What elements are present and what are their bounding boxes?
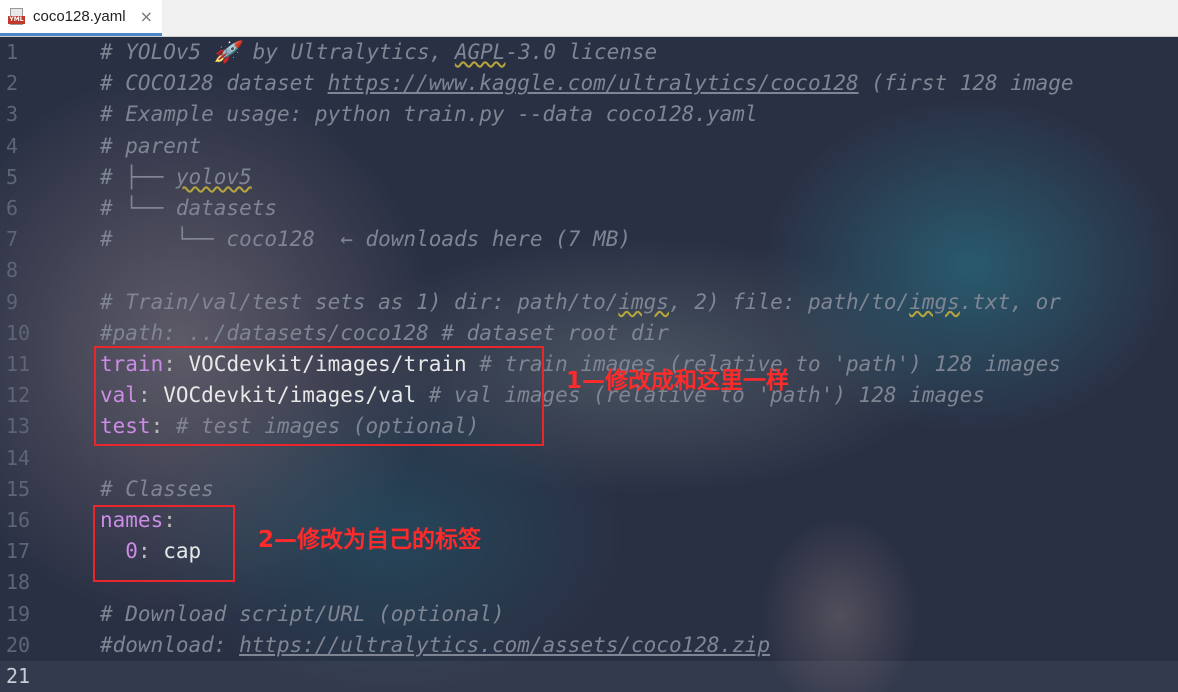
line-number: 19 — [6, 601, 31, 626]
code-token: # parent — [100, 133, 202, 158]
code-token: (first 128 image — [858, 71, 1074, 96]
code-token: #download: — [100, 632, 240, 657]
code-token: #path: ../datasets/coco128 # dataset roo… — [100, 320, 669, 345]
line-number: 11 — [6, 352, 31, 376]
code-line[interactable]: 2 # COCO128 dataset https://www.kaggle.co… — [0, 68, 1178, 99]
code-line[interactable]: 14 — [0, 443, 1178, 474]
code-text: #path: ../datasets/coco128 # dataset roo… — [100, 318, 669, 349]
code-line[interactable]: 9 # Train/val/test sets as 1) dir: path/t… — [0, 287, 1178, 318]
tab-title: coco128.yaml — [33, 8, 126, 25]
code-text: # Train/val/test sets as 1) dir: path/to… — [100, 287, 1061, 318]
code-text: # parent — [100, 131, 201, 162]
code-token: # Download script/URL (optional) — [100, 601, 505, 626]
code-token: # Classes — [100, 476, 214, 501]
code-token: # └── datasets — [100, 196, 278, 220]
line-number: 7 — [6, 227, 19, 252]
line-number: 3 — [6, 102, 19, 127]
code-token: yolov5 — [175, 164, 252, 189]
code-line[interactable]: 6 # └── datasets — [0, 193, 1178, 224]
code-token: imgs — [618, 289, 669, 314]
line-number: 17 — [6, 539, 31, 564]
line-number: 8 — [6, 258, 19, 283]
code-token: https://ultralytics.com/assets/coco128.z… — [239, 632, 771, 657]
yaml-file-icon: YML — [8, 7, 26, 26]
line-number: 1 — [6, 40, 19, 64]
line-number: 20 — [6, 632, 31, 657]
line-number: 16 — [6, 508, 31, 532]
line-number: 5 — [6, 164, 19, 189]
annotation-box-dataset-paths — [94, 346, 544, 446]
code-token: imgs — [909, 289, 960, 314]
code-token: , 2) file: path/to/ — [668, 289, 910, 314]
code-line[interactable]: 7 # └── coco128 ← downloads here (7 MB) — [0, 224, 1178, 255]
code-token: # YOLOv5 🚀 by Ultralytics, — [100, 40, 455, 64]
line-number: 2 — [6, 71, 19, 96]
code-line[interactable]: 21 — [0, 661, 1178, 692]
line-number: 18 — [6, 570, 31, 595]
tab-coco128-yaml[interactable]: YML coco128.yaml × — [0, 0, 162, 36]
code-token: .txt, or — [959, 289, 1061, 314]
code-text: # ├── yolov5 — [100, 162, 252, 193]
code-line[interactable]: 1 # YOLOv5 🚀 by Ultralytics, AGPL-3.0 lic… — [0, 37, 1178, 68]
line-number: 13 — [6, 414, 31, 439]
line-number: 15 — [6, 476, 31, 501]
code-text: # Example usage: python train.py --data … — [100, 99, 757, 130]
line-number: 6 — [6, 196, 19, 220]
code-token: # Train/val/test sets as 1) dir: path/to… — [100, 289, 619, 314]
code-token: AGPL — [454, 40, 506, 64]
code-token: -3.0 license — [505, 40, 658, 64]
annotation-note-2: 2—修改为自己的标签 — [258, 527, 482, 553]
editor-tab-bar: YML coco128.yaml × — [0, 0, 1178, 37]
code-line[interactable]: 5 # ├── yolov5 — [0, 162, 1178, 193]
code-token: # ├── — [100, 164, 176, 189]
code-line[interactable]: 20 #download: https://ultralytics.com/ass… — [0, 630, 1178, 661]
code-line[interactable]: 4 # parent — [0, 131, 1178, 162]
code-token: # └── coco128 ← downloads here (7 MB) — [100, 227, 632, 252]
code-text: # YOLOv5 🚀 by Ultralytics, AGPL-3.0 lice… — [100, 37, 657, 68]
code-token: # Example usage: python train.py --data … — [100, 102, 758, 127]
code-text: #download: https://ultralytics.com/asset… — [100, 630, 770, 661]
line-number: 4 — [6, 133, 19, 158]
code-line[interactable]: 19 # Download script/URL (optional) — [0, 599, 1178, 630]
line-number: 10 — [6, 320, 31, 345]
code-token: https://www.kaggle.com/ultralytics/coco1… — [327, 71, 859, 96]
line-number: 9 — [6, 289, 19, 314]
code-text: # COCO128 dataset https://www.kaggle.com… — [100, 68, 1074, 99]
line-number: 21 — [6, 664, 31, 688]
code-line[interactable]: 8 — [0, 255, 1178, 286]
code-token: # COCO128 dataset — [100, 71, 328, 96]
close-icon[interactable]: × — [140, 7, 153, 26]
code-line[interactable]: 10 #path: ../datasets/coco128 # dataset r… — [0, 318, 1178, 349]
code-text: # Download script/URL (optional) — [100, 599, 505, 630]
code-text: # └── datasets — [100, 193, 277, 224]
annotation-box-class-names — [93, 505, 235, 582]
code-text: # Classes — [100, 474, 214, 505]
code-line[interactable]: 3 # Example usage: python train.py --data… — [0, 99, 1178, 130]
annotation-note-1: 1—修改成和这里一样 — [566, 368, 790, 394]
code-line[interactable]: 15 # Classes — [0, 474, 1178, 505]
line-number: 14 — [6, 445, 31, 470]
code-text: # └── coco128 ← downloads here (7 MB) — [100, 224, 631, 255]
line-number: 12 — [6, 383, 31, 408]
